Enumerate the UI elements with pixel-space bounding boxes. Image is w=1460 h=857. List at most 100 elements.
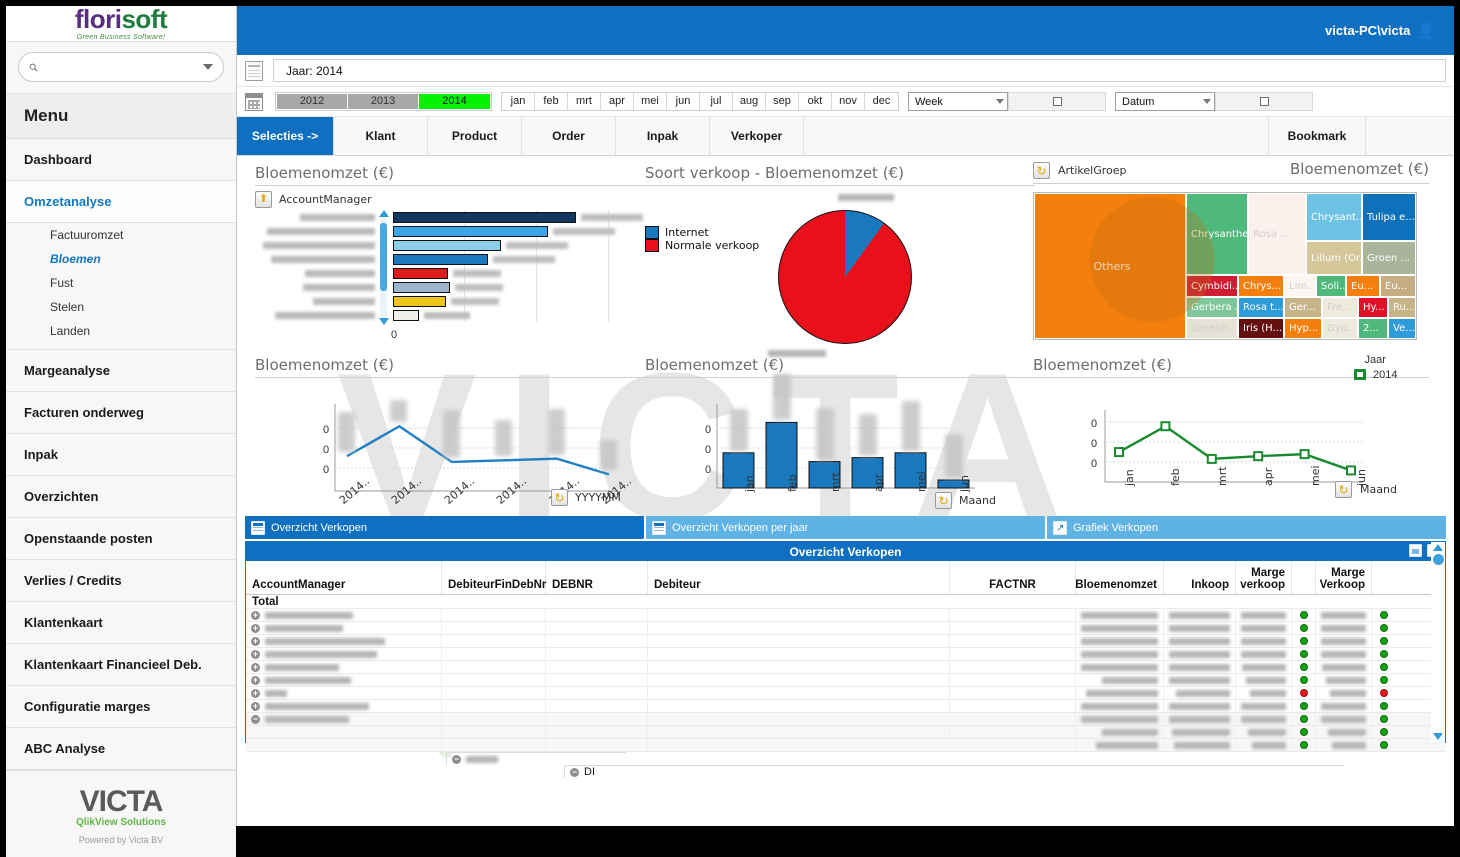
month-sep[interactable]: sep (766, 93, 799, 110)
cell-factnr[interactable] (950, 661, 1076, 673)
chevron-down-icon[interactable] (203, 64, 213, 70)
table-tab-overzicht-verkopen[interactable]: Overzicht Verkopen (245, 516, 644, 539)
expand-icon[interactable]: + (251, 688, 260, 698)
cell-debiteurfindebnr[interactable] (442, 635, 546, 647)
cell-accountmanager[interactable]: − (246, 713, 442, 725)
sidebar-item-klantenkaart-financieel[interactable]: Klantenkaart Financieel Deb. (6, 644, 236, 686)
bar[interactable] (393, 239, 501, 251)
table-row[interactable]: + (246, 674, 1445, 687)
cell-marge-verkoop-1[interactable] (1236, 661, 1292, 673)
cell-bloemenomzet[interactable] (1076, 609, 1164, 621)
table-row[interactable]: + (246, 622, 1445, 635)
column-header-marge-verkoop-2[interactable]: Marge Verkoop (1316, 561, 1372, 594)
treemap-cell[interactable]: Gyp... (1322, 318, 1358, 339)
table-tab-grafiek-verkopen[interactable]: Grafiek Verkopen (1047, 516, 1446, 539)
cell-debiteurfindebnr[interactable] (442, 726, 546, 738)
bar-item[interactable] (393, 238, 647, 252)
cell-marge-verkoop-2[interactable] (1316, 739, 1372, 751)
treemap-cell[interactable]: Groenb... (1186, 318, 1238, 339)
cell-factnr[interactable] (950, 674, 1076, 686)
subrow-level1[interactable]: − (446, 752, 626, 765)
column-header-inkoop[interactable]: Inkoop (1164, 561, 1236, 594)
sidebar-subitem-factuuromzet[interactable]: Factuuromzet (6, 223, 236, 247)
week-dropdown[interactable]: Week (908, 92, 1008, 111)
sidebar-item-dashboard[interactable]: Dashboard (6, 139, 236, 181)
cell-debnr[interactable] (546, 609, 648, 621)
cell-debiteur[interactable] (648, 609, 950, 621)
cell-debnr[interactable] (546, 648, 648, 660)
week-value-field[interactable] (1008, 92, 1106, 111)
sidebar-subitem-fust[interactable]: Fust (6, 271, 236, 295)
cell-factnr[interactable] (950, 739, 1076, 751)
treemap-cell[interactable]: Soli... (1316, 275, 1346, 297)
cell-factnr[interactable] (950, 713, 1076, 725)
calendar-icon[interactable] (245, 92, 263, 111)
scroll-down-icon[interactable] (378, 318, 389, 325)
cell-marge-verkoop-2[interactable] (1316, 661, 1372, 673)
cell-debnr[interactable] (546, 726, 648, 738)
user-icon[interactable]: 👤 (1417, 22, 1436, 40)
cell-marge-verkoop-1[interactable] (1236, 609, 1292, 621)
cell-debiteurfindebnr[interactable] (442, 700, 546, 712)
bar-item[interactable] (393, 266, 647, 280)
table-row[interactable]: + (246, 648, 1445, 661)
sidebar-item-omzetanalyse[interactable]: Omzetanalyse (6, 181, 236, 223)
treemap-cell[interactable]: Ru... (1388, 297, 1416, 318)
cell-inkoop[interactable] (1164, 713, 1236, 725)
subrow-level2[interactable]: − DI (564, 765, 1344, 778)
cell-marge-verkoop-1[interactable] (1236, 648, 1292, 660)
treemap-cell[interactable]: Cymbidi... (1186, 275, 1238, 297)
cell-debiteur[interactable] (648, 739, 950, 751)
sidebar-item-abc-analyse[interactable]: ABC Analyse (6, 728, 236, 770)
cell-debiteur[interactable] (648, 726, 950, 738)
bar[interactable] (393, 225, 549, 237)
cell-debnr[interactable] (546, 635, 648, 647)
treemap-cell[interactable]: Chrysant... (1306, 193, 1362, 241)
selections-icon[interactable] (245, 60, 263, 81)
sidebar-item-margeanalyse[interactable]: Margeanalyse (6, 350, 236, 392)
month-okt[interactable]: okt (799, 93, 832, 110)
cell-bloemenomzet[interactable] (1076, 622, 1164, 634)
treemap-cell[interactable]: Chrysanthe... (1186, 193, 1248, 275)
cell-debiteurfindebnr[interactable] (442, 661, 546, 673)
bar[interactable] (393, 211, 576, 223)
cell-marge-verkoop-1[interactable] (1236, 739, 1292, 751)
sidebar-item-overzichten[interactable]: Overzichten (6, 476, 236, 518)
cell-accountmanager[interactable]: + (246, 700, 442, 712)
table-row[interactable]: + (246, 635, 1445, 648)
scroll-track[interactable] (380, 219, 387, 316)
cell-accountmanager[interactable]: + (246, 648, 442, 660)
cell-debiteur[interactable] (648, 635, 950, 647)
bar-item[interactable] (393, 210, 647, 224)
cell-accountmanager[interactable]: + (246, 674, 442, 686)
line-series[interactable] (1118, 424, 1352, 472)
column-header-status-2[interactable] (1372, 561, 1396, 594)
table-row[interactable] (246, 726, 1445, 739)
bar-item[interactable] (393, 252, 647, 266)
cell-accountmanager[interactable] (246, 726, 442, 738)
cell-debiteurfindebnr[interactable] (442, 739, 546, 751)
print-icon[interactable] (1409, 544, 1422, 557)
cell-marge-verkoop-1[interactable] (1236, 713, 1292, 725)
cell-marge-verkoop-2[interactable] (1316, 726, 1372, 738)
cell-debiteur[interactable] (648, 674, 950, 686)
bar[interactable] (393, 267, 448, 279)
treemap-cell[interactable]: Tulipa e... (1362, 193, 1416, 241)
sidebar-subitem-bloemen[interactable]: Bloemen (6, 247, 236, 271)
cell-debiteur[interactable] (648, 713, 950, 725)
treemap-cell[interactable]: Rosa t... (1238, 297, 1284, 318)
bar-item[interactable] (393, 294, 647, 308)
table-row[interactable]: + (246, 700, 1445, 713)
cell-inkoop[interactable] (1164, 661, 1236, 673)
cell-debiteur[interactable] (648, 648, 950, 660)
cell-marge-verkoop-1[interactable] (1236, 726, 1292, 738)
tab-product[interactable]: Product (428, 117, 522, 155)
cell-marge-verkoop-2[interactable] (1316, 700, 1372, 712)
sidebar-item-klantenkaart[interactable]: Klantenkaart (6, 602, 236, 644)
cell-bloemenomzet[interactable] (1076, 739, 1164, 751)
cell-marge-verkoop-2[interactable] (1316, 687, 1372, 699)
bar-item[interactable] (393, 280, 647, 294)
collapse-icon[interactable]: − (452, 754, 461, 764)
cell-inkoop[interactable] (1164, 726, 1236, 738)
scroll-up-icon[interactable] (378, 210, 389, 217)
